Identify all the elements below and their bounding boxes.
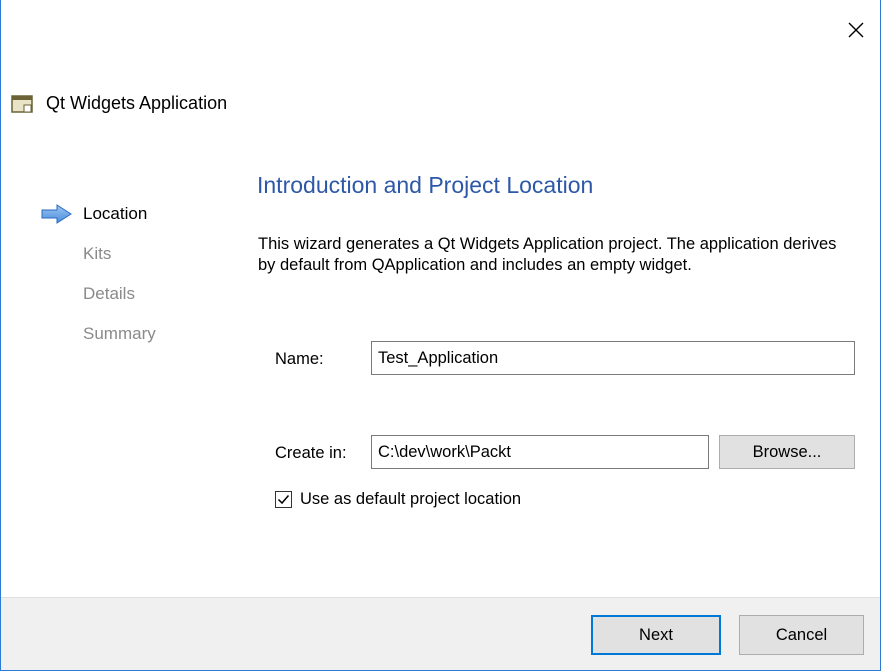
page-title: Introduction and Project Location bbox=[257, 172, 594, 198]
step-label: Details bbox=[83, 284, 135, 303]
next-button[interactable]: Next bbox=[591, 615, 721, 655]
browse-button[interactable]: Browse... bbox=[719, 435, 855, 469]
step-label: Kits bbox=[83, 244, 112, 263]
close-button[interactable] bbox=[838, 10, 874, 50]
window-header: Qt Widgets Application bbox=[11, 93, 227, 114]
step-details: Details bbox=[41, 281, 156, 321]
default-location-checkbox[interactable] bbox=[275, 491, 292, 508]
step-summary: Summary bbox=[41, 321, 156, 361]
step-label: Summary bbox=[83, 324, 156, 343]
cancel-button[interactable]: Cancel bbox=[739, 615, 864, 655]
create-in-label: Create in: bbox=[275, 444, 347, 462]
create-in-field[interactable]: C:\dev\work\Packt bbox=[371, 435, 709, 469]
default-location-label: Use as default project location bbox=[300, 490, 522, 508]
close-icon bbox=[848, 22, 864, 38]
page-description: This wizard generates a Qt Widgets Appli… bbox=[258, 235, 837, 274]
step-location: Location bbox=[41, 201, 156, 241]
qt-app-window-icon bbox=[11, 94, 33, 113]
step-label: Location bbox=[83, 204, 148, 223]
wizard-steps: Location Kits Details Summary bbox=[41, 201, 156, 361]
wizard-window: Qt Widgets Application Location Kits Det… bbox=[0, 0, 881, 671]
default-location-option[interactable]: Use as default project location bbox=[275, 490, 521, 509]
checkmark-icon bbox=[277, 495, 290, 505]
name-field[interactable]: Test_Application bbox=[371, 341, 855, 375]
name-label: Name: bbox=[275, 350, 324, 368]
current-step-arrow-icon bbox=[41, 204, 72, 224]
app-title: Qt Widgets Application bbox=[46, 93, 228, 113]
step-kits: Kits bbox=[41, 241, 156, 281]
wizard-footer: Next Cancel bbox=[1, 597, 880, 670]
